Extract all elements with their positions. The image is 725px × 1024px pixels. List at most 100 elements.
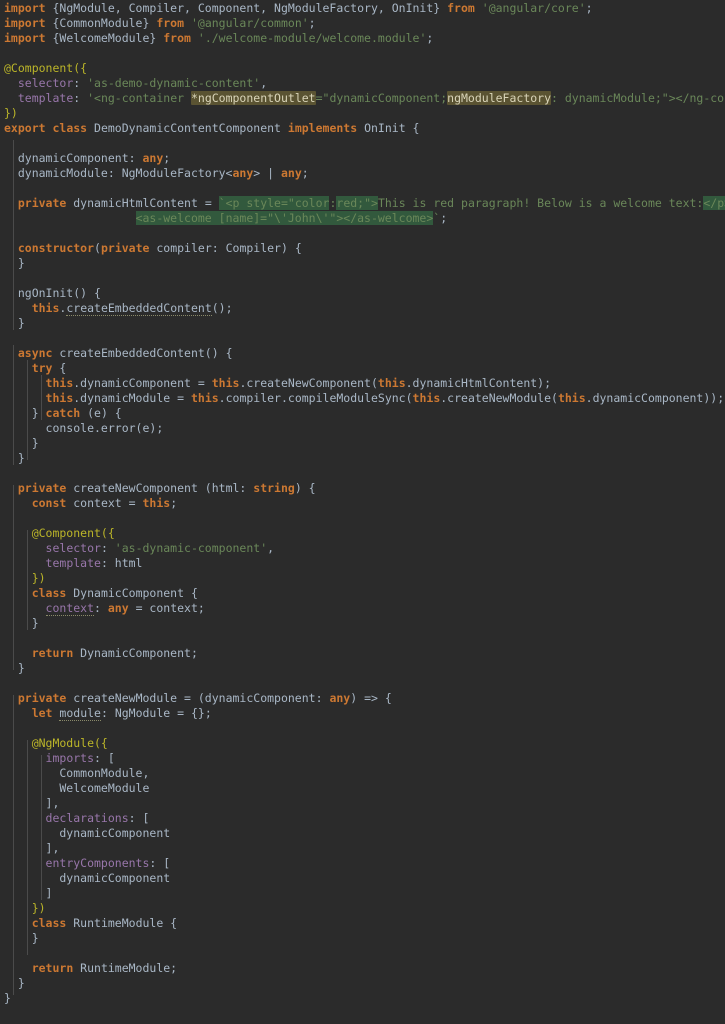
- code-line[interactable]: async createEmbeddedContent() {: [0, 346, 725, 361]
- code-line[interactable]: }): [0, 901, 725, 916]
- code-line[interactable]: this.createEmbeddedContent();: [0, 301, 725, 316]
- code-line[interactable]: ],: [0, 841, 725, 856]
- code-token: DemoDynamicContentComponent: [87, 121, 288, 135]
- code-line[interactable]: try {: [0, 361, 725, 376]
- code-line[interactable]: [0, 331, 725, 346]
- code-line[interactable]: return RuntimeModule;: [0, 961, 725, 976]
- code-line[interactable]: template: '<ng-container *ngComponentOut…: [0, 91, 725, 106]
- code-line[interactable]: private createNewModule = (dynamicCompon…: [0, 691, 725, 706]
- code-token: [4, 811, 46, 825]
- code-token: OnInit {: [357, 121, 419, 135]
- code-line[interactable]: <as-welcome [name]="\'John\'"></as-welco…: [0, 211, 725, 226]
- code-token: }: [4, 976, 25, 990]
- code-line[interactable]: @NgModule({: [0, 736, 725, 751]
- code-line[interactable]: [0, 631, 725, 646]
- code-line[interactable]: import {CommonModule} from '@angular/com…: [0, 16, 725, 31]
- code-line[interactable]: }: [0, 616, 725, 631]
- code-token: : [: [129, 811, 150, 825]
- code-line[interactable]: dynamicComponent: [0, 826, 725, 841]
- code-token: ) {: [295, 481, 316, 495]
- code-line[interactable]: this.dynamicModule = this.compiler.compi…: [0, 391, 725, 406]
- code-line[interactable]: @Component({: [0, 61, 725, 76]
- code-line[interactable]: }): [0, 571, 725, 586]
- code-token: :: [73, 76, 87, 90]
- code-line[interactable]: [0, 946, 725, 961]
- code-token: module: [59, 706, 101, 721]
- code-line[interactable]: return DynamicComponent;: [0, 646, 725, 661]
- code-token: }: [4, 316, 25, 330]
- code-token: }): [4, 901, 46, 915]
- code-content[interactable]: import {NgModule, Compiler, Component, N…: [0, 0, 725, 1006]
- code-line[interactable]: [0, 676, 725, 691]
- code-line[interactable]: }: [0, 256, 725, 271]
- code-line[interactable]: entryComponents: [: [0, 856, 725, 871]
- code-line[interactable]: class RuntimeModule {: [0, 916, 725, 931]
- code-line[interactable]: private createNewComponent (html: string…: [0, 481, 725, 496]
- code-line[interactable]: declarations: [: [0, 811, 725, 826]
- code-line[interactable]: selector: 'as-demo-dynamic-content',: [0, 76, 725, 91]
- code-line[interactable]: import {NgModule, Compiler, Component, N…: [0, 1, 725, 16]
- code-token: this: [413, 391, 441, 405]
- code-token: './welcome-module/welcome.module': [198, 31, 426, 45]
- code-token: }: [4, 616, 39, 630]
- code-line[interactable]: constructor(private compiler: Compiler) …: [0, 241, 725, 256]
- code-token: }): [4, 106, 18, 120]
- code-token: any: [142, 151, 163, 165]
- code-line[interactable]: [0, 511, 725, 526]
- code-line[interactable]: import {WelcomeModule} from './welcome-m…: [0, 31, 725, 46]
- code-line[interactable]: dynamicComponent: any;: [0, 151, 725, 166]
- code-line[interactable]: }: [0, 451, 725, 466]
- code-token: async: [18, 346, 53, 360]
- code-token: > |: [253, 166, 281, 180]
- code-token: DynamicComponent {: [66, 586, 198, 600]
- code-line[interactable]: [0, 46, 725, 61]
- code-line[interactable]: [0, 271, 725, 286]
- code-line[interactable]: const context = this;: [0, 496, 725, 511]
- code-token: createNewComponent (html:: [66, 481, 253, 495]
- code-line[interactable]: export class DemoDynamicContentComponent…: [0, 121, 725, 136]
- code-token: {WelcomeModule}: [46, 31, 164, 45]
- code-line[interactable]: ]: [0, 886, 725, 901]
- code-line[interactable]: WelcomeModule: [0, 781, 725, 796]
- code-line[interactable]: ],: [0, 796, 725, 811]
- code-line[interactable]: private dynamicHtmlContent = `<p style="…: [0, 196, 725, 211]
- code-line[interactable]: }: [0, 991, 725, 1006]
- code-line[interactable]: }: [0, 931, 725, 946]
- code-line[interactable]: this.dynamicComponent = this.createNewCo…: [0, 376, 725, 391]
- code-token: return: [32, 961, 74, 975]
- code-line[interactable]: }: [0, 976, 725, 991]
- code-line[interactable]: }: [0, 661, 725, 676]
- code-line[interactable]: let module: NgModule = {};: [0, 706, 725, 721]
- code-line[interactable]: template: html: [0, 556, 725, 571]
- code-line[interactable]: imports: [: [0, 751, 725, 766]
- code-line[interactable]: [0, 136, 725, 151]
- code-line[interactable]: dynamicComponent: [0, 871, 725, 886]
- code-editor[interactable]: import {NgModule, Compiler, Component, N…: [0, 0, 725, 1024]
- code-line[interactable]: [0, 466, 725, 481]
- code-line[interactable]: context: any = context;: [0, 601, 725, 616]
- code-line[interactable]: CommonModule,: [0, 766, 725, 781]
- code-line[interactable]: }: [0, 316, 725, 331]
- code-line[interactable]: [0, 181, 725, 196]
- code-token: ,: [260, 76, 267, 90]
- code-line[interactable]: }: [0, 436, 725, 451]
- code-line[interactable]: ngOnInit() {: [0, 286, 725, 301]
- code-token: ]: [4, 796, 52, 810]
- code-token: export: [4, 121, 46, 135]
- code-line[interactable]: console.error(e);: [0, 421, 725, 436]
- code-line[interactable]: [0, 721, 725, 736]
- code-token: compiler: Compiler) {: [149, 241, 301, 255]
- code-token: DynamicComponent;: [73, 646, 198, 660]
- code-line[interactable]: }): [0, 106, 725, 121]
- code-token: '<ng-container: [87, 91, 191, 105]
- code-line[interactable]: selector: 'as-dynamic-component',: [0, 541, 725, 556]
- code-line[interactable]: class DynamicComponent {: [0, 586, 725, 601]
- code-line[interactable]: [0, 226, 725, 241]
- code-token: private: [18, 481, 66, 495]
- code-token: any: [329, 691, 350, 705]
- code-token: '@angular/core': [482, 1, 586, 15]
- code-line[interactable]: } catch (e) {: [0, 406, 725, 421]
- code-line[interactable]: @Component({: [0, 526, 725, 541]
- code-token: ="dynamicComponent;: [316, 91, 448, 105]
- code-line[interactable]: dynamicModule: NgModuleFactory<any> | an…: [0, 166, 725, 181]
